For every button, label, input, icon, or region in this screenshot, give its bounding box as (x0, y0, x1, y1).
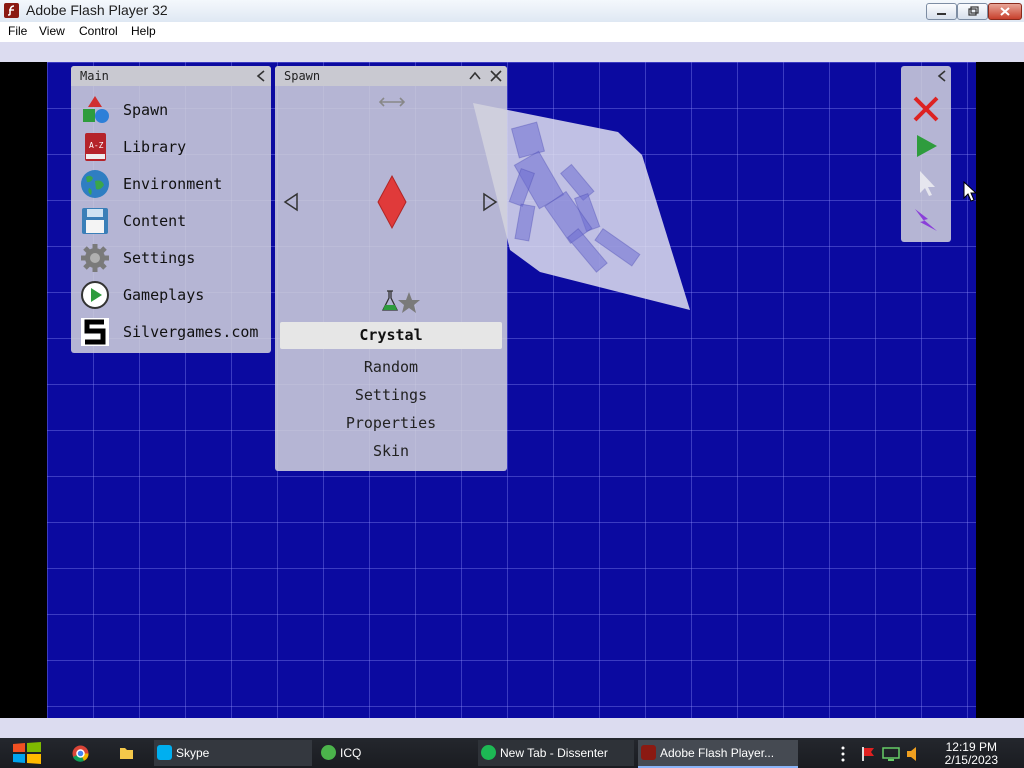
main-panel-title: Main (80, 69, 109, 83)
close-x-icon[interactable] (911, 94, 941, 124)
resize-horizontal-icon[interactable] (379, 96, 405, 108)
skin-button[interactable]: Skin (280, 439, 502, 463)
crystal-preview-icon (377, 174, 407, 230)
properties-button[interactable]: Properties (280, 411, 502, 435)
menu-bar: File View Control Help (0, 22, 1024, 42)
collapse-left-icon[interactable] (936, 69, 948, 83)
lightning-icon[interactable] (911, 205, 941, 235)
folder-icon[interactable] (119, 746, 134, 760)
selected-item-label: Crystal (359, 326, 423, 344)
play-icon (81, 281, 109, 309)
window-title: Adobe Flash Player 32 (26, 2, 168, 18)
stage-bottom-border (0, 718, 1024, 738)
menu-control[interactable]: Control (79, 24, 118, 38)
taskbar-item-label: New Tab - Dissenter (500, 746, 608, 760)
main-item-label: Content (123, 212, 187, 230)
main-item-label: Gameplays (123, 286, 205, 304)
chrome-icon[interactable] (72, 745, 89, 762)
selected-item-bar: Crystal (280, 322, 502, 349)
clock-date: 2/15/2023 (944, 753, 998, 767)
previous-arrow-icon[interactable] (283, 192, 299, 212)
random-button[interactable]: Random (280, 355, 502, 379)
globe-icon (81, 170, 109, 198)
close-icon[interactable] (489, 69, 503, 83)
system-clock[interactable]: 12:19 PM 2/15/2023 (945, 741, 998, 767)
taskbar-item-icq[interactable]: ICQ (318, 740, 474, 766)
window-titlebar: Adobe Flash Player 32 (0, 0, 1024, 23)
main-item-content[interactable]: Content (75, 204, 267, 237)
gear-icon (81, 244, 109, 272)
stage-top-border (0, 42, 1024, 62)
flash-player-icon (641, 745, 656, 760)
taskbar-item-dissenter[interactable]: New Tab - Dissenter (478, 740, 634, 766)
silvergames-logo-icon (81, 318, 109, 346)
taskbar: Skype ICQ New Tab - Dissenter Adobe Flas… (0, 738, 1024, 768)
restore-button[interactable] (957, 3, 988, 20)
main-panel-header: Main (71, 66, 271, 86)
main-item-library[interactable]: A-Z Library (75, 130, 267, 163)
main-item-label: Silvergames.com (123, 323, 259, 341)
spawn-panel: Spawn Crystal Random Settings Properties… (275, 66, 507, 471)
shapes-icon (83, 96, 109, 123)
menu-view[interactable]: View (39, 24, 65, 38)
flash-player-icon (4, 3, 19, 18)
main-item-environment[interactable]: Environment (75, 167, 267, 200)
taskbar-item-label: Skype (176, 746, 210, 760)
main-item-settings[interactable]: Settings (75, 241, 267, 274)
main-panel: Main Spawn A-Z Library Environment Conte (71, 66, 271, 353)
taskbar-item-label: ICQ (340, 746, 362, 760)
spawn-settings-button[interactable]: Settings (280, 383, 502, 407)
taskbar-item-label: Adobe Flash Player... (660, 746, 775, 760)
main-item-label: Settings (123, 249, 196, 267)
icq-icon (321, 745, 336, 760)
flag-icon[interactable] (860, 746, 876, 762)
dissenter-icon (481, 745, 496, 760)
collapse-left-icon[interactable] (255, 69, 267, 83)
minimize-button[interactable] (926, 3, 957, 20)
main-item-label: Spawn (123, 101, 169, 119)
main-item-gameplays[interactable]: Gameplays (75, 278, 267, 311)
spawn-panel-title: Spawn (284, 69, 321, 83)
mouse-pointer-icon (963, 181, 978, 202)
cursor-icon[interactable] (911, 168, 941, 198)
main-item-silvergames[interactable]: Silvergames.com (75, 315, 267, 348)
play-icon[interactable] (911, 131, 941, 161)
next-arrow-icon[interactable] (482, 192, 498, 212)
overflow-menu-icon[interactable] (840, 746, 846, 762)
main-item-spawn[interactable]: Spawn (75, 93, 267, 126)
volume-icon[interactable] (906, 746, 920, 762)
tool-panel (901, 66, 951, 242)
close-button[interactable] (988, 3, 1022, 20)
flask-star-icon[interactable] (381, 288, 421, 314)
start-button-icon[interactable] (12, 741, 42, 765)
menu-help[interactable]: Help (131, 24, 156, 38)
menu-file[interactable]: File (8, 24, 27, 38)
taskbar-item-flash-player[interactable]: Adobe Flash Player... (638, 740, 798, 768)
main-item-label: Environment (123, 175, 223, 193)
spawn-panel-header: Spawn (275, 66, 507, 86)
floppy-icon (82, 208, 108, 234)
taskbar-item-skype[interactable]: Skype (154, 740, 312, 766)
network-icon[interactable] (882, 746, 900, 762)
main-item-label: Library (123, 138, 187, 156)
collapse-up-icon[interactable] (468, 70, 482, 82)
library-icon-text: A-Z (89, 141, 104, 150)
skype-icon (157, 745, 172, 760)
